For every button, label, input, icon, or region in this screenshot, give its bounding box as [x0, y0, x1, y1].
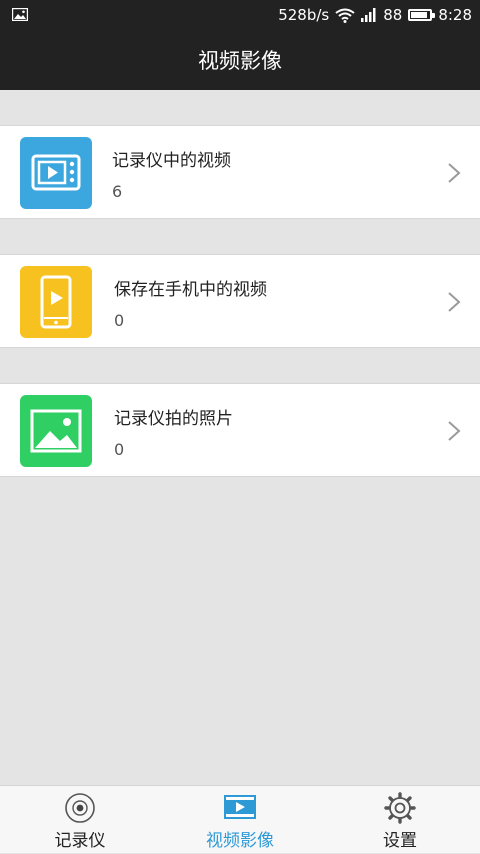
chevron-right-icon	[448, 292, 461, 312]
list-item-phone-videos[interactable]: 保存在手机中的视频 0	[0, 254, 480, 348]
tv-play-icon	[31, 154, 81, 191]
status-bar: 528b/s 88 8:28	[0, 0, 480, 30]
camera-icon	[65, 793, 95, 823]
phone-play-icon	[40, 275, 72, 329]
image-notification-icon	[12, 8, 28, 21]
tab-label: 设置	[383, 831, 417, 851]
tab-settings[interactable]: 设置	[330, 786, 470, 854]
item-title: 保存在手机中的视频	[114, 280, 267, 300]
item-title: 记录仪中的视频	[112, 151, 231, 171]
network-speed: 528b/s	[278, 6, 330, 24]
tab-recorder[interactable]: 记录仪	[10, 786, 150, 854]
item-count: 0	[114, 311, 125, 330]
bottom-tab-bar: 记录仪 视频影像 设置	[0, 785, 480, 853]
item-title: 记录仪拍的照片	[114, 409, 233, 429]
list-item-recorder-photos[interactable]: 记录仪拍的照片 0	[0, 383, 480, 477]
chevron-right-icon	[448, 163, 461, 183]
tab-video[interactable]: 视频影像	[170, 786, 310, 854]
tile-phone-videos	[20, 266, 92, 338]
item-count: 6	[112, 182, 123, 201]
tab-label: 视频影像	[206, 831, 274, 851]
wifi-icon	[335, 8, 355, 23]
video-icon	[224, 795, 256, 819]
photo-icon	[30, 409, 82, 453]
chevron-right-icon	[448, 421, 461, 441]
tile-recorder-videos	[20, 137, 92, 209]
title-bar: 视频影像	[0, 30, 480, 90]
battery-percent: 88	[383, 6, 403, 24]
list-item-recorder-videos[interactable]: 记录仪中的视频 6	[0, 125, 480, 219]
tile-recorder-photos	[20, 395, 92, 467]
tab-label: 记录仪	[54, 831, 106, 851]
page-title: 视频影像	[198, 49, 282, 73]
gear-icon	[384, 792, 416, 824]
item-count: 0	[114, 440, 125, 459]
signal-icon	[361, 8, 376, 22]
clock: 8:28	[438, 6, 472, 24]
battery-icon	[408, 9, 436, 21]
